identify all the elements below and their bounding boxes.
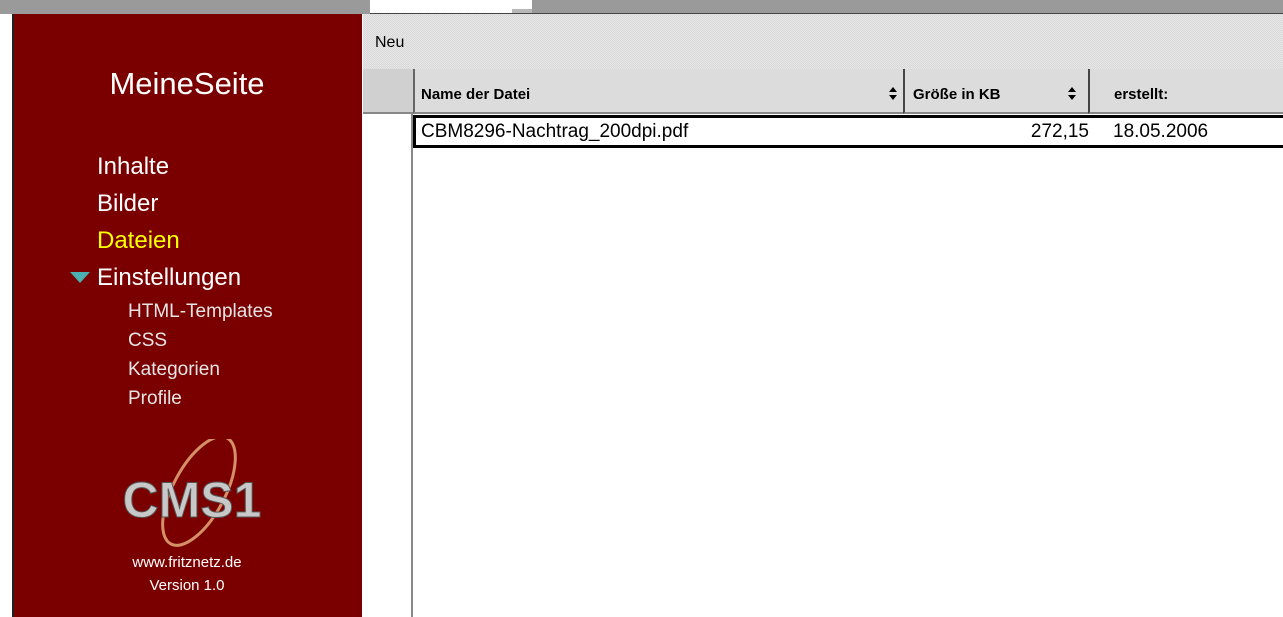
table-corner-header [363, 69, 413, 114]
column-header-created[interactable]: erstellt: [1088, 69, 1283, 114]
top-bar-segment [532, 0, 1283, 14]
sidebar-edge [12, 14, 14, 617]
sidebar-item-label: Einstellungen [97, 264, 242, 291]
expand-triangle-icon[interactable] [70, 272, 90, 283]
column-header-label: erstellt: [1114, 86, 1169, 103]
top-bar-tab [370, 0, 515, 14]
sidebar-subnav: HTML-Templates CSS Kategorien Profile [128, 297, 273, 413]
sidebar-subitem-profile[interactable]: Profile [128, 384, 273, 413]
sidebar-item-dateien[interactable]: Dateien [97, 222, 273, 259]
logo-text: CMS1 [123, 472, 262, 528]
column-header-label: Größe in KB [913, 86, 1001, 103]
version-label: Version 1.0 [149, 577, 225, 594]
column-header-name[interactable]: Name der Datei [413, 69, 903, 114]
toolbar: Neu [363, 14, 1283, 69]
top-bar-segment [0, 0, 370, 14]
window-top-bar [0, 0, 1283, 14]
sidebar-item-einstellungen[interactable]: Einstellungen [70, 259, 273, 296]
site-url: www.fritznetz.de [132, 554, 242, 571]
sort-icon[interactable] [1068, 87, 1076, 101]
table-row[interactable]: CBM8296-Nachtrag_200dpi.pdf 272,15 18.05… [413, 115, 1283, 148]
sidebar: MeineSeite Inhalte Bilder Dateien Einste… [12, 14, 362, 617]
sidebar-subitem-kategorien[interactable]: Kategorien [128, 355, 273, 384]
sidebar-subitem-css[interactable]: CSS [128, 326, 273, 355]
site-title: MeineSeite [109, 66, 265, 101]
cms1-logo: CMS1 [122, 439, 262, 547]
sidebar-nav: Inhalte Bilder Dateien Einstellungen HTM… [70, 148, 273, 413]
file-size-cell: 272,15 [1030, 121, 1089, 142]
sort-icon[interactable] [889, 87, 897, 101]
column-header-size[interactable]: Größe in KB [903, 69, 1088, 114]
column-header-label: Name der Datei [421, 86, 531, 103]
sidebar-subitem-html-templates[interactable]: HTML-Templates [128, 297, 273, 326]
new-button[interactable]: Neu [375, 34, 404, 52]
sidebar-item-bilder[interactable]: Bilder [97, 185, 273, 222]
row-header-gutter [363, 114, 413, 617]
sidebar-item-inhalte[interactable]: Inhalte [97, 148, 273, 185]
file-date-cell: 18.05.2006 [1113, 121, 1209, 142]
file-name-cell: CBM8296-Nachtrag_200dpi.pdf [421, 121, 689, 142]
